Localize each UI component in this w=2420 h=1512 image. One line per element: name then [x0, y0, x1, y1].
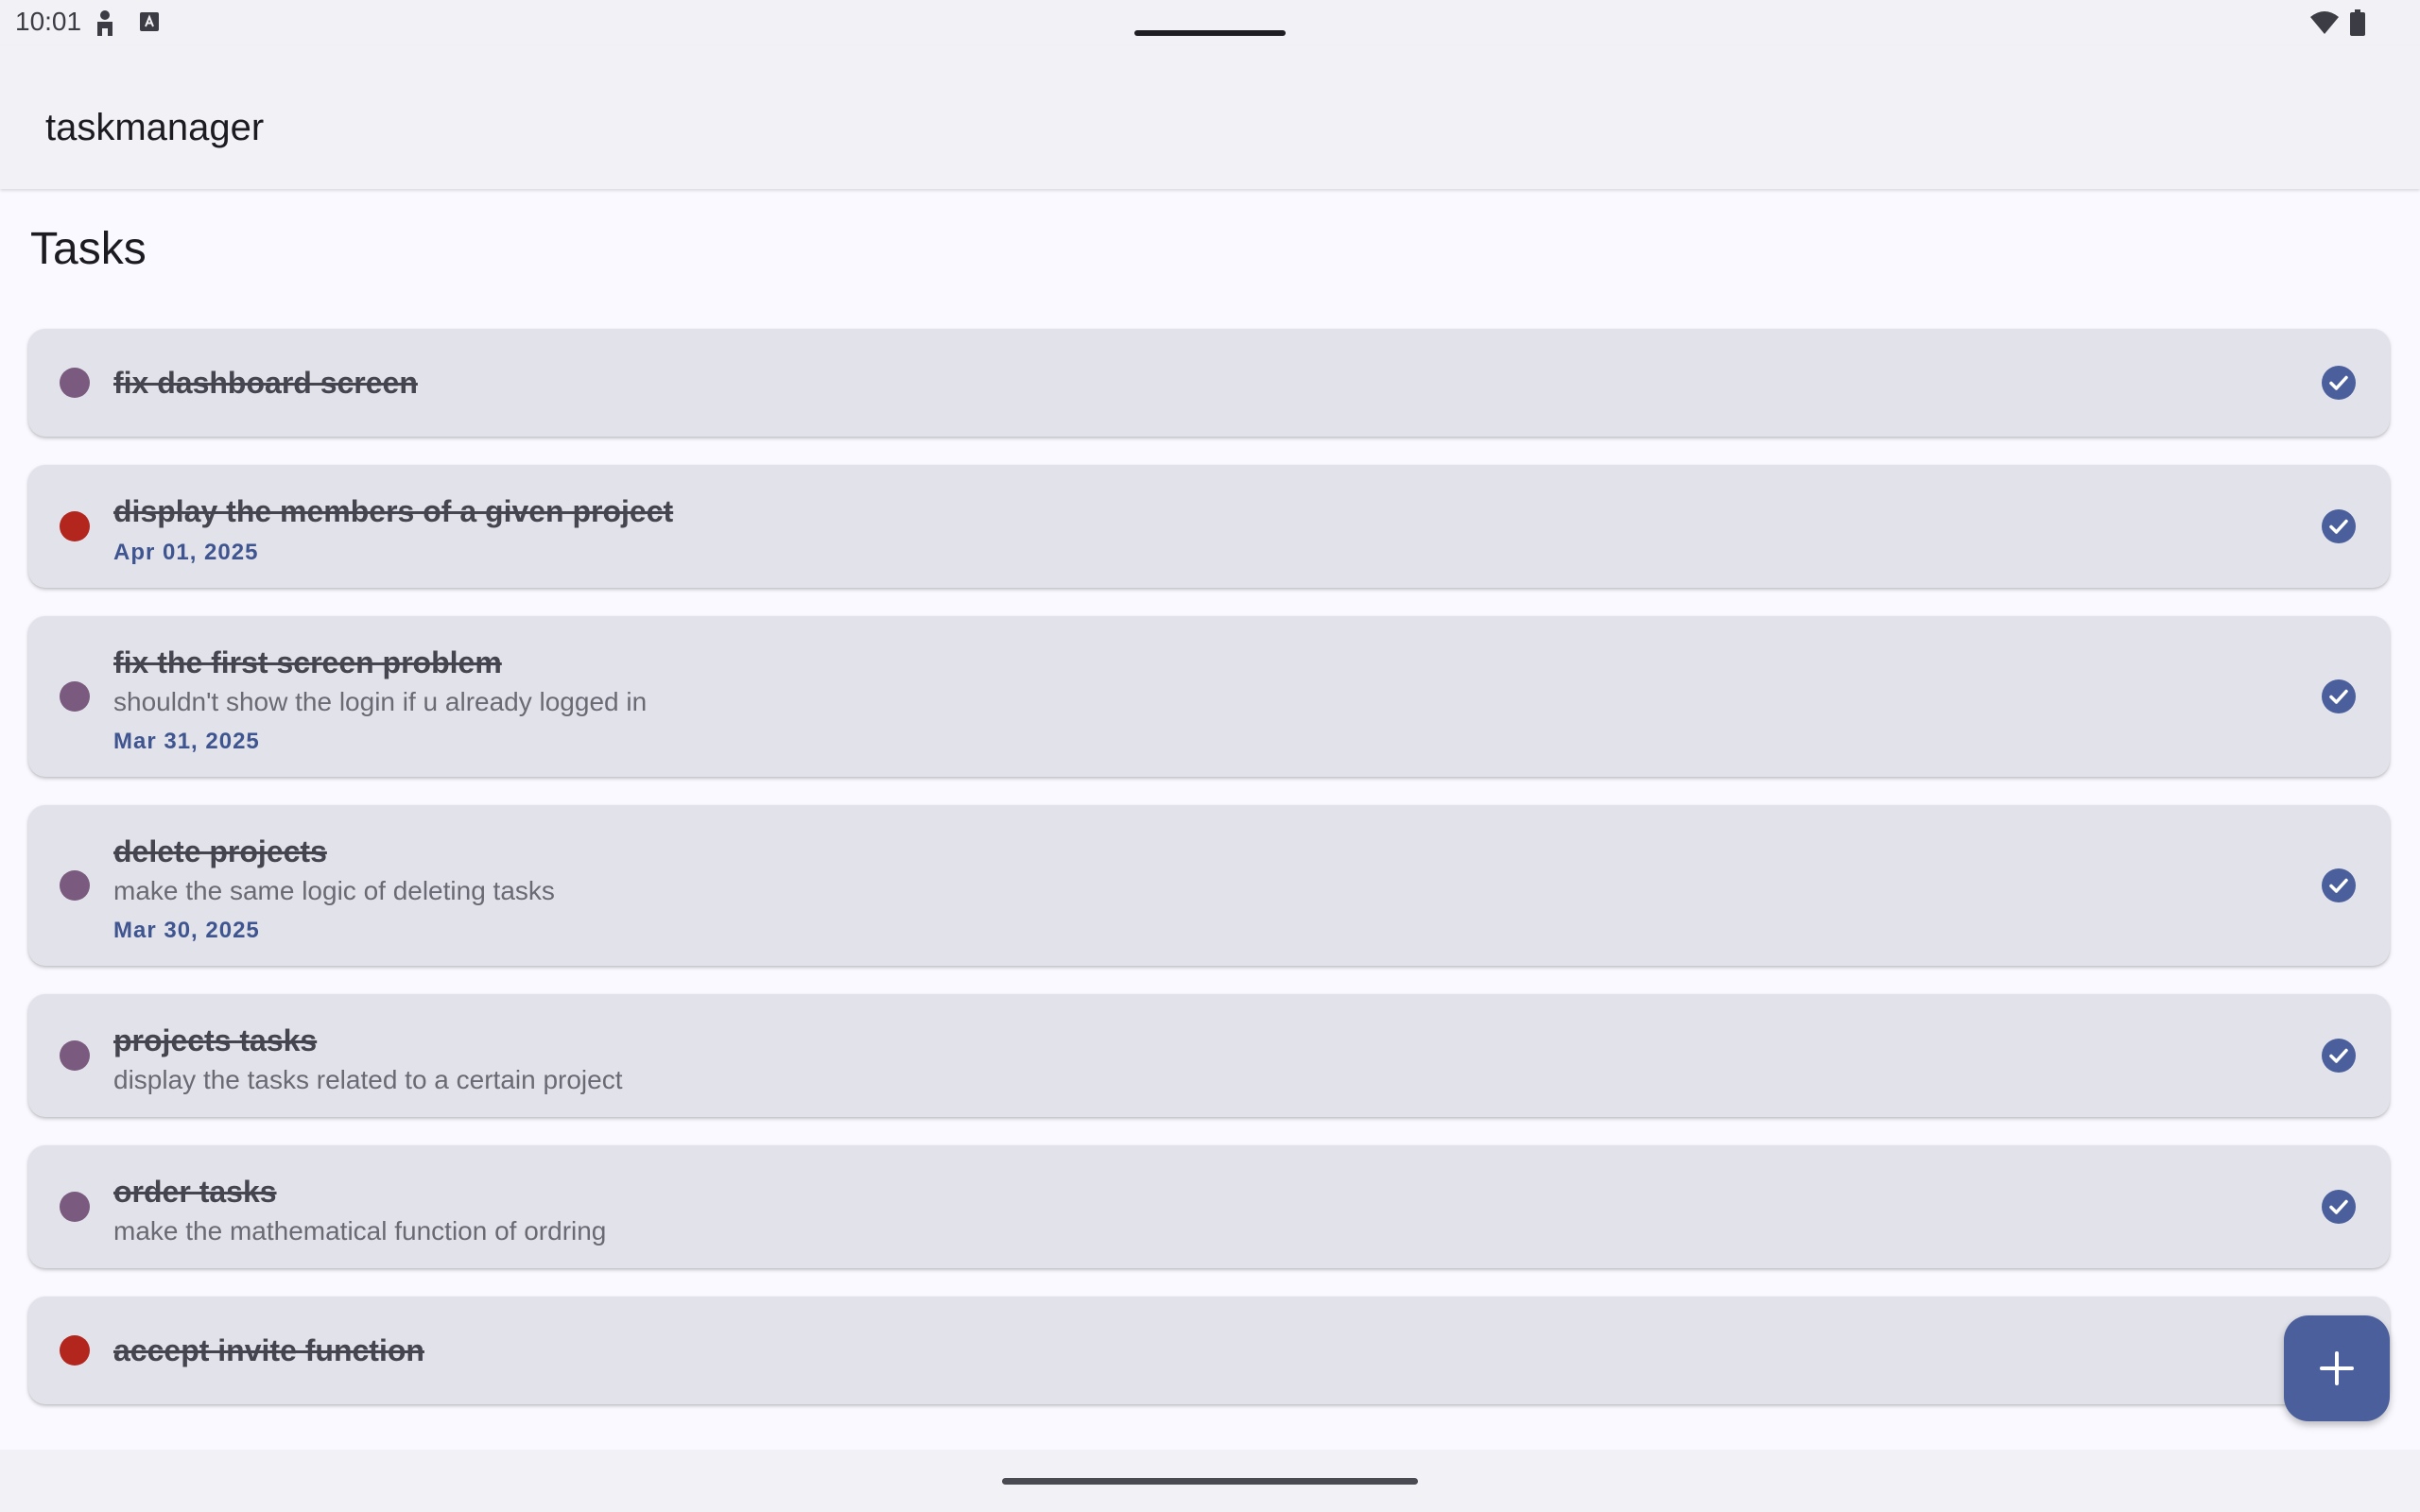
priority-dot-icon	[60, 870, 90, 901]
priority-dot-icon	[60, 1192, 90, 1222]
task-due-date: Mar 31, 2025	[113, 729, 260, 754]
task-description: make the same logic of deleting tasks	[113, 876, 555, 905]
task-card[interactable]: fix the first screen problem shouldn't sh…	[28, 616, 2390, 777]
task-title: delete projects	[113, 834, 327, 868]
task-card[interactable]: projects tasks display the tasks related …	[28, 994, 2390, 1117]
completed-check-icon[interactable]	[2322, 1190, 2356, 1224]
person-icon	[95, 9, 115, 41]
completed-check-icon[interactable]	[2322, 366, 2356, 400]
task-list: fix dashboard screen display the members …	[28, 329, 2390, 1433]
camera-notch-pill	[1134, 30, 1286, 36]
task-title: order tasks	[113, 1175, 277, 1209]
add-task-button[interactable]	[2284, 1315, 2390, 1421]
keyboard-a-icon	[140, 12, 159, 36]
priority-dot-icon	[60, 1040, 90, 1071]
task-card[interactable]: display the members of a given project A…	[28, 465, 2390, 588]
page-title: Tasks	[30, 224, 147, 274]
task-title: accept invite function	[113, 1333, 424, 1367]
task-title: projects tasks	[113, 1023, 318, 1057]
priority-dot-icon	[60, 1335, 90, 1366]
task-card[interactable]: accept invite function	[28, 1297, 2390, 1404]
task-card[interactable]: fix dashboard screen	[28, 329, 2390, 437]
priority-dot-icon	[60, 681, 90, 712]
plus-icon	[2320, 1351, 2354, 1385]
priority-dot-icon	[60, 511, 90, 541]
battery-icon	[2350, 9, 2365, 41]
status-time: 10:01	[15, 7, 82, 36]
app-title: taskmanager	[45, 107, 265, 148]
task-description: display the tasks related to a certain p…	[113, 1065, 623, 1094]
home-gesture-handle[interactable]	[1002, 1478, 1418, 1485]
task-due-date: Mar 30, 2025	[113, 918, 260, 943]
priority-dot-icon	[60, 368, 90, 398]
navigation-bar	[0, 1450, 2420, 1512]
completed-check-icon[interactable]	[2322, 1039, 2356, 1073]
task-description: make the mathematical function of ordrin…	[113, 1216, 607, 1246]
main-content[interactable]: Tasks fix dashboard screen display the me…	[0, 191, 2420, 1450]
task-due-date: Apr 01, 2025	[113, 540, 259, 565]
completed-check-icon[interactable]	[2322, 509, 2356, 543]
task-title: display the members of a given project	[113, 494, 674, 528]
wifi-icon	[2310, 11, 2339, 39]
completed-check-icon[interactable]	[2322, 679, 2356, 713]
task-card[interactable]: order tasks make the mathematical functio…	[28, 1145, 2390, 1268]
task-title: fix dashboard screen	[113, 366, 418, 400]
task-description: shouldn't show the login if u already lo…	[113, 687, 648, 716]
completed-check-icon[interactable]	[2322, 868, 2356, 902]
task-title: fix the first screen problem	[113, 645, 502, 679]
task-card[interactable]: delete projects make the same logic of de…	[28, 805, 2390, 966]
top-app-bar: taskmanager	[0, 45, 2420, 189]
status-bar: 10:01	[0, 0, 2420, 45]
